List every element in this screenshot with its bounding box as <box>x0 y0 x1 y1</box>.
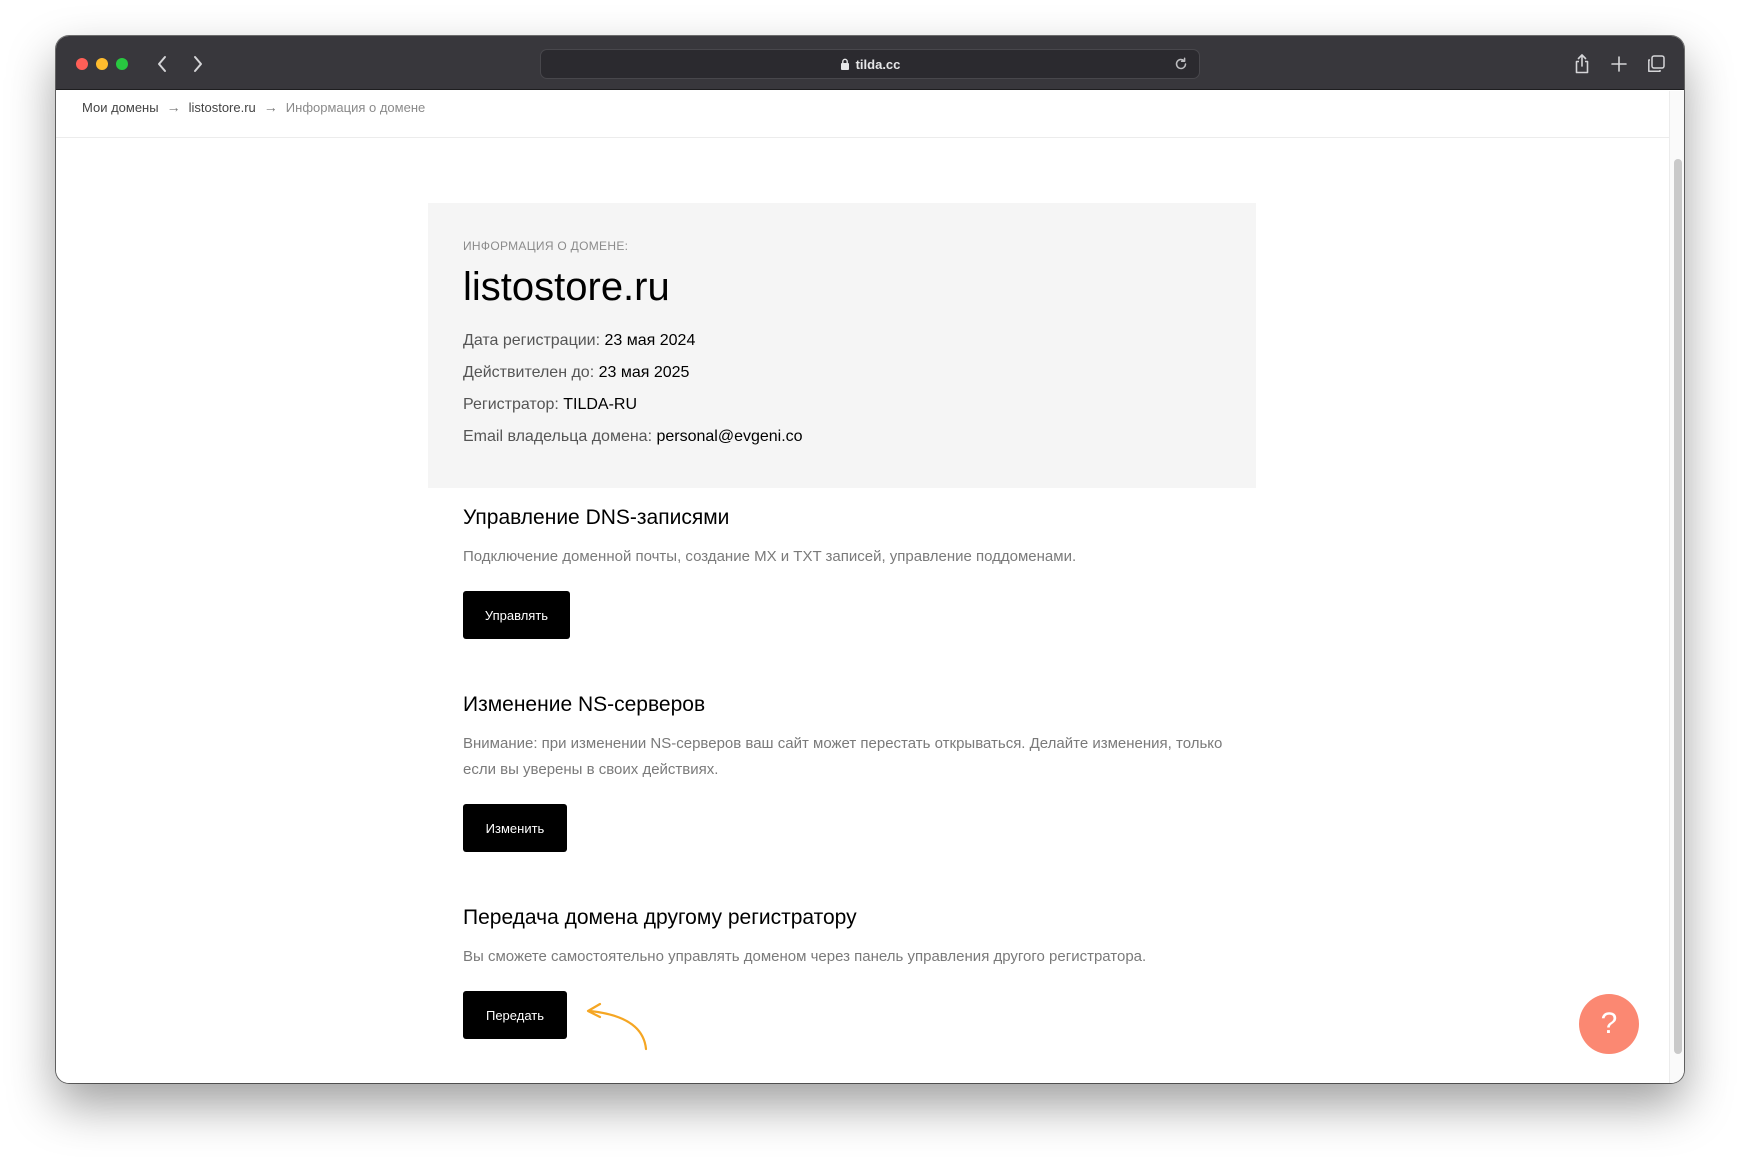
domain-transfer-section: Передача домена другому регистратору Вы … <box>463 906 1223 970</box>
new-tab-button[interactable] <box>1607 52 1631 76</box>
dns-management-section: Управление DNS-записями Подключение доме… <box>463 506 1223 570</box>
share-icon <box>1575 54 1589 74</box>
registration-date-label: Дата регистрации: <box>463 332 605 349</box>
share-button[interactable] <box>1570 52 1594 76</box>
owner-email-value: personal@evgeni.co <box>656 428 803 445</box>
ns-servers-section: Изменение NS-серверов Внимание: при изме… <box>463 693 1223 783</box>
owner-email-row: Email владельца домена: personal@evgeni.… <box>463 428 803 446</box>
transfer-section-title: Передача домена другому регистратору <box>463 906 857 929</box>
domain-info-card: ИНФОРМАЦИЯ О ДОМЕНЕ: listostore.ru Дата … <box>428 203 1256 488</box>
header-divider <box>56 137 1669 138</box>
dns-section-title: Управление DNS-записями <box>463 506 730 529</box>
domain-name-title: listostore.ru <box>463 265 670 309</box>
page-content: Мои домены → listostore.ru → Информация … <box>56 91 1669 1083</box>
minimize-window-button[interactable] <box>96 58 108 70</box>
valid-until-label: Действителен до: <box>463 364 599 381</box>
registrar-value: TILDA-RU <box>563 396 638 413</box>
dns-section-description: Подключение доменной почты, создание MX … <box>463 548 1077 565</box>
breadcrumb-arrow-icon: → <box>263 99 278 115</box>
breadcrumb: Мои домены → listostore.ru → Информация … <box>82 99 425 115</box>
change-ns-button[interactable]: Изменить <box>463 804 567 852</box>
url-text: tilda.cc <box>855 56 901 72</box>
registrar-row: Регистратор: TILDA-RU <box>463 396 637 414</box>
manage-dns-button[interactable]: Управлять <box>463 591 570 639</box>
transfer-section-description: Вы сможете самостоятельно управлять доме… <box>463 948 1147 965</box>
browser-window: tilda.cc Мои домены → listostore.ru → Ин… <box>56 36 1684 1083</box>
chevron-left-icon <box>158 56 166 72</box>
domain-info-kicker: ИНФОРМАЦИЯ О ДОМЕНЕ: <box>463 239 629 253</box>
browser-toolbar: tilda.cc <box>56 36 1684 90</box>
scrollbar-thumb[interactable] <box>1674 159 1682 1054</box>
help-button[interactable]: ? <box>1579 994 1639 1054</box>
valid-until-value: 23 мая 2025 <box>598 364 690 381</box>
back-button[interactable] <box>150 52 174 76</box>
registrar-label: Регистратор: <box>463 396 564 413</box>
plus-icon <box>1611 56 1627 72</box>
breadcrumb-domain[interactable]: listostore.ru <box>189 100 256 115</box>
chevron-right-icon <box>194 56 202 72</box>
close-window-button[interactable] <box>76 58 88 70</box>
breadcrumb-my-domains[interactable]: Мои домены <box>82 100 159 115</box>
forward-button[interactable] <box>186 52 210 76</box>
breadcrumb-arrow-icon: → <box>166 99 181 115</box>
reload-icon[interactable] <box>1173 56 1189 72</box>
breadcrumb-current: Информация о домене <box>285 99 426 115</box>
lock-icon <box>840 58 850 70</box>
valid-until-row: Действителен до: 23 мая 2025 <box>463 364 689 382</box>
maximize-window-button[interactable] <box>116 58 128 70</box>
tabs-icon <box>1648 55 1665 72</box>
transfer-domain-button[interactable]: Передать <box>463 991 567 1039</box>
owner-email-label: Email владельца домена: <box>463 428 657 445</box>
registration-date-row: Дата регистрации: 23 мая 2024 <box>463 332 695 350</box>
address-bar[interactable]: tilda.cc <box>540 49 1200 79</box>
registration-date-value: 23 мая 2024 <box>604 332 696 349</box>
question-mark-icon: ? <box>1600 1007 1618 1040</box>
ns-section-description: Внимание: при изменении NS-серверов ваш … <box>463 735 1223 778</box>
ns-section-title: Изменение NS-серверов <box>463 693 706 716</box>
tab-overview-button[interactable] <box>1644 52 1668 76</box>
annotation-arrow-icon <box>586 1002 648 1051</box>
page-scrollbar[interactable] <box>1669 91 1684 1083</box>
